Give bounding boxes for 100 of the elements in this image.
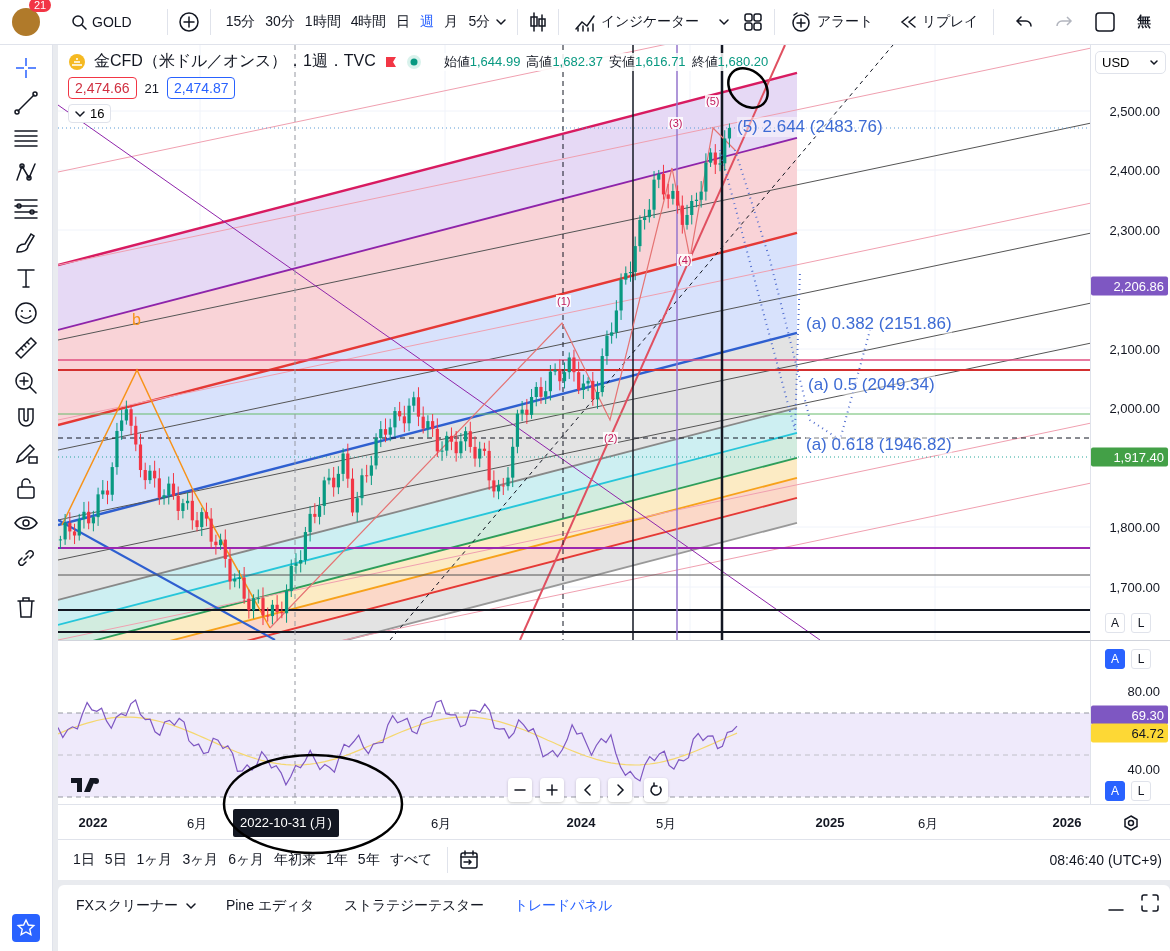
price-tick: 2,300.00 — [1109, 222, 1160, 238]
alert-button[interactable]: アラート — [785, 7, 879, 37]
ohlc-label: 終値 — [691, 53, 718, 69]
notification-badge: 21 — [29, 0, 52, 12]
trend-line-icon[interactable] — [13, 90, 39, 116]
crosshair-icon[interactable] — [13, 55, 39, 81]
currency-dropdown[interactable]: USD — [1095, 51, 1166, 74]
layout-name[interactable]: 無 — [1132, 9, 1157, 35]
panel-tab[interactable]: FXスクリーナー — [68, 893, 204, 919]
panel-tab[interactable]: トレードパネル — [505, 893, 620, 919]
maximize-icon[interactable] — [1140, 893, 1160, 913]
wave-label: b — [132, 311, 141, 329]
caret-icon[interactable] — [495, 16, 508, 28]
caret-icon — [1149, 57, 1159, 68]
panel-tab[interactable]: ストラテジーテスター — [335, 893, 492, 919]
rsi-tick: 40.00 — [1127, 761, 1160, 777]
price-tick: 1,700.00 — [1109, 579, 1160, 595]
price-tick: 1,800.00 — [1109, 519, 1160, 535]
range-button[interactable]: 年初来 — [269, 847, 321, 873]
wave-label: (3) — [668, 117, 684, 129]
rewind-icon — [899, 14, 918, 30]
spread-value: 21 — [144, 80, 159, 96]
wave-label: (5) — [705, 95, 721, 107]
timeframe-button[interactable]: 月 — [439, 9, 464, 35]
scale-button[interactable]: L — [1131, 649, 1151, 669]
ohlc-value: 1,644.99 — [469, 53, 521, 69]
indicators-button[interactable]: インジケーター — [569, 8, 705, 36]
time-label: 2024 — [566, 815, 596, 830]
buy-price-button[interactable]: 2,474.87 — [166, 77, 236, 99]
timeframe-button[interactable]: 1時間 — [299, 9, 346, 35]
rsi-tick: 80.00 — [1127, 683, 1160, 699]
scale-button[interactable]: A — [1105, 649, 1125, 669]
range-button[interactable]: 1日 — [68, 847, 100, 873]
ohlc-value: 1,682.37 — [552, 53, 603, 69]
reset-icon[interactable] — [647, 781, 665, 799]
range-button[interactable]: 5年 — [352, 847, 385, 873]
zoom-in-icon[interactable] — [13, 370, 39, 396]
ohlc-value: 1,616.71 — [635, 53, 686, 69]
range-button[interactable]: すべて — [384, 847, 437, 873]
price-tick: 2,100.00 — [1109, 341, 1160, 357]
smiley-icon[interactable] — [13, 300, 39, 326]
symbol-title: 金CFD（米ドル／オンス）．1週．TVC — [94, 51, 376, 71]
ohlc-label: 始値 — [443, 53, 470, 69]
panel-tab[interactable]: Pine エディタ — [217, 893, 322, 919]
fibonacci-label: (5) 2.644 (2483.76) — [737, 117, 883, 137]
price-tick: 2,500.00 — [1109, 103, 1160, 119]
range-button[interactable]: 5日 — [99, 847, 132, 873]
timeframe-button[interactable]: 日 — [391, 9, 416, 35]
hand-drawn-ellipse — [727, 67, 769, 109]
time-label: 6月 — [430, 815, 452, 833]
zoom-in-icon[interactable] — [543, 781, 561, 799]
settings-icon[interactable] — [1122, 814, 1140, 832]
add-symbol-icon[interactable] — [177, 11, 200, 33]
coin-icon — [68, 52, 86, 71]
candlestick-icon[interactable] — [528, 11, 549, 33]
line-chart-icon — [574, 12, 597, 32]
star-icon — [16, 918, 36, 938]
rsi-badge: 69.30 — [1091, 705, 1168, 725]
indicators-toggle-button[interactable]: 16 — [68, 104, 112, 123]
price-tick: 2,400.00 — [1109, 162, 1160, 178]
tradingview-logo-icon — [70, 776, 102, 794]
range-button[interactable]: 3ヶ月 — [177, 847, 224, 873]
clock-time: 08:46:40 (UTC+9) — [1049, 852, 1162, 868]
timeframe-button[interactable]: 30分 — [260, 9, 300, 35]
timeframe-button[interactable]: 4時間 — [345, 9, 392, 35]
time-label: 2026 — [1052, 815, 1082, 830]
fibonacci-label: (a) 0.5 (2049.34) — [808, 375, 935, 395]
ruler-icon[interactable] — [13, 335, 39, 361]
fibonacci-label: (a) 0.618 (1946.82) — [806, 435, 952, 455]
price-badge: 2,206.86 — [1091, 276, 1168, 296]
range-button[interactable]: 1ヶ月 — [131, 847, 178, 873]
search-icon — [71, 14, 87, 30]
market-status-icon — [405, 53, 422, 70]
scale-button[interactable]: L — [1131, 781, 1151, 801]
time-label: 6月 — [186, 815, 208, 833]
scale-button[interactable]: L — [1131, 613, 1151, 633]
scale-button[interactable]: A — [1105, 781, 1125, 801]
timeframe-button[interactable]: 5分 — [463, 9, 496, 35]
favorites-button[interactable] — [12, 914, 40, 942]
layout-grid-icon[interactable] — [742, 11, 765, 33]
sell-price-button[interactable]: 2,474.66 — [68, 77, 137, 99]
range-button[interactable]: 6ヶ月 — [223, 847, 269, 873]
range-button[interactable]: 1年 — [321, 847, 353, 873]
caret-icon — [75, 108, 85, 119]
symbol-search-button[interactable]: GOLD — [66, 10, 137, 34]
ohlc-label: 高値 — [526, 53, 553, 69]
wave-label: (1) — [556, 295, 572, 307]
avatar[interactable] — [12, 8, 40, 36]
timeframe-button[interactable]: 週 — [415, 9, 440, 35]
price-tick: 2,000.00 — [1109, 400, 1160, 416]
time-label: 5月 — [655, 815, 677, 833]
flag-icon — [383, 54, 398, 69]
calendar-icon[interactable] — [457, 849, 480, 871]
caret-icon[interactable] — [718, 16, 731, 28]
price-badge: 1,917.40 — [1091, 447, 1168, 467]
square-icon[interactable] — [1094, 11, 1117, 33]
timeframe-button[interactable]: 15分 — [220, 9, 261, 35]
replay-button[interactable]: リプレイ — [894, 9, 984, 35]
scale-button[interactable]: A — [1105, 613, 1125, 633]
rsi-badge: 64.72 — [1091, 723, 1168, 743]
